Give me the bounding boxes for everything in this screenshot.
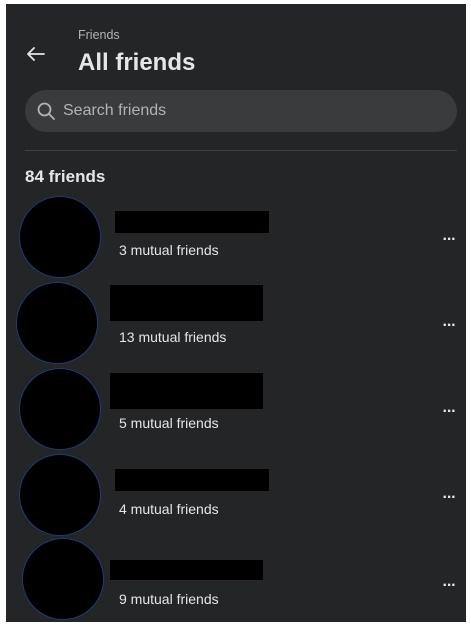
search-icon [37,102,55,120]
more-options-button[interactable]: ··· [435,488,463,508]
divider [25,150,457,151]
friend-row[interactable]: 13 mutual friends ··· [6,280,466,366]
redacted-name[interactable] [110,285,263,321]
header: Friends All friends [6,4,466,86]
more-options-button[interactable]: ··· [435,576,463,596]
mutual-friends-count: 3 mutual friends [119,242,219,258]
more-options-button[interactable]: ··· [435,316,463,336]
avatar[interactable] [19,196,101,278]
mutual-friends-count: 13 mutual friends [119,329,227,345]
mutual-friends-count: 4 mutual friends [119,501,219,517]
page-title: All friends [78,49,196,76]
friends-count: 84 friends [25,167,106,186]
arrow-left-icon [27,47,45,61]
mutual-friends-count: 5 mutual friends [119,415,219,431]
redacted-name[interactable] [115,211,269,233]
more-options-button[interactable]: ··· [435,230,463,250]
avatar[interactable] [22,538,104,620]
search-bar[interactable] [25,90,457,132]
redacted-name[interactable] [110,560,263,580]
redacted-name[interactable] [110,373,263,409]
redacted-name[interactable] [115,469,269,491]
all-friends-panel: Friends All friends 84 friends 3 mutual … [6,4,466,622]
more-options-button[interactable]: ··· [435,402,463,422]
friend-row[interactable]: 4 mutual friends ··· [6,452,466,538]
avatar[interactable] [16,282,98,364]
avatar[interactable] [19,368,101,450]
mutual-friends-count: 9 mutual friends [119,591,219,607]
search-input[interactable] [61,101,445,121]
avatar[interactable] [19,454,101,536]
breadcrumb[interactable]: Friends [78,28,120,42]
back-button[interactable] [22,40,50,68]
friend-row[interactable]: 3 mutual friends ··· [6,194,466,280]
friend-row[interactable]: 5 mutual friends ··· [6,366,466,452]
friend-row[interactable]: 9 mutual friends ··· [6,536,466,622]
